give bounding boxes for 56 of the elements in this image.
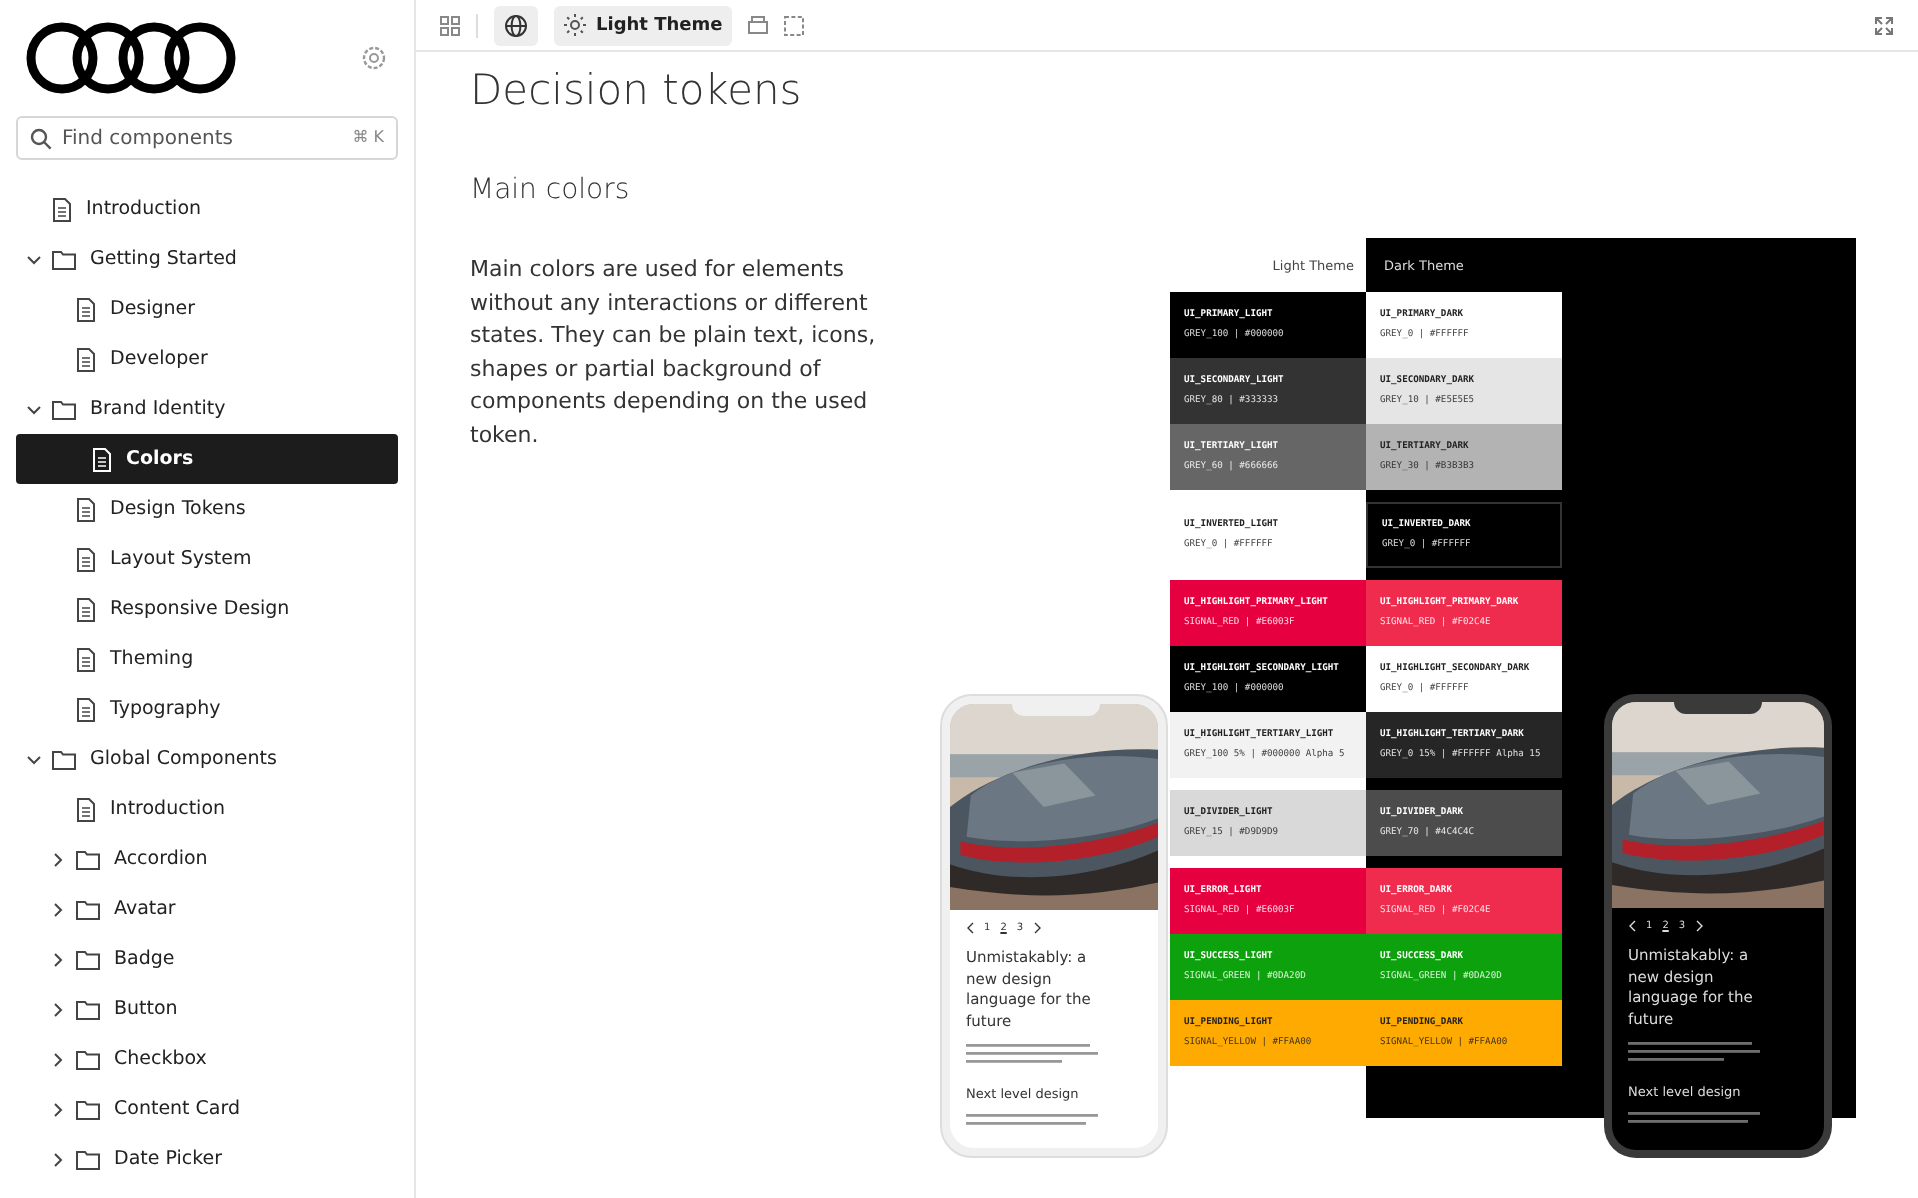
nav-item[interactable]: Typography (0, 684, 398, 734)
nav-item[interactable]: Accordion (0, 834, 398, 884)
globe-icon (504, 13, 528, 37)
nav-item[interactable]: Design Tokens (0, 484, 398, 534)
expand-icon[interactable] (1874, 15, 1894, 35)
nav-item[interactable]: Checkbox (0, 1034, 398, 1084)
globe-button[interactable] (494, 5, 538, 45)
nav-item[interactable]: Content Card (0, 1084, 398, 1134)
document-icon (76, 347, 96, 371)
folder-icon (52, 399, 76, 419)
layout-icon[interactable] (748, 16, 769, 34)
nav-item[interactable]: Brand Identity (0, 384, 398, 434)
page-title: Decision tokens (470, 66, 804, 114)
document-icon (92, 447, 112, 471)
chevron-left-icon[interactable] (966, 922, 974, 934)
nav-item[interactable]: Introduction (0, 184, 398, 234)
folder-icon (76, 1099, 100, 1119)
document-icon (76, 297, 96, 321)
folder-icon (52, 749, 76, 769)
shortcut-hint: ⌘ K (352, 128, 384, 146)
nav-item[interactable]: Colors (16, 434, 398, 484)
folder-icon (76, 1149, 100, 1169)
frame-icon[interactable] (784, 15, 805, 35)
settings-icon[interactable] (362, 46, 386, 70)
nav-item[interactable]: Designer (0, 284, 398, 334)
chevron-right-icon[interactable] (1033, 922, 1042, 934)
grid-icon[interactable] (440, 15, 460, 35)
description-text: Main colors are used for elements without any interactions or different states. They can be plain text, icons, shapes or partial background of components depending on the used token. (470, 254, 878, 451)
search-icon (30, 128, 52, 150)
nav-item[interactable]: Layout System (0, 534, 398, 584)
nav-item[interactable]: Badge (0, 934, 398, 984)
nav-item[interactable]: Avatar (0, 884, 398, 934)
folder-icon (76, 949, 100, 969)
document-icon (76, 647, 96, 671)
nav-item[interactable]: Responsive Design (0, 584, 398, 634)
nav-item[interactable]: Getting Started (0, 234, 398, 284)
document-icon (52, 197, 72, 221)
theme-button[interactable]: Light Theme (554, 5, 733, 45)
sun-icon (564, 14, 586, 36)
document-icon (76, 597, 96, 621)
nav-item[interactable]: Theming (0, 634, 398, 684)
document-icon (76, 497, 96, 521)
nav-item[interactable]: Introduction (0, 784, 398, 834)
folder-icon (76, 899, 100, 919)
document-icon (76, 697, 96, 721)
section-title: Main colors (470, 174, 632, 206)
folder-icon (76, 1049, 100, 1069)
nav-item[interactable]: Date Picker (0, 1134, 398, 1184)
document-icon (76, 797, 96, 821)
nav-item[interactable]: Global Components (0, 734, 398, 784)
folder-icon (76, 849, 100, 869)
folder-icon (76, 999, 100, 1019)
folder-icon (52, 249, 76, 269)
document-icon (76, 547, 96, 571)
nav-item[interactable]: Developer (0, 334, 398, 384)
nav-item[interactable]: Button (0, 984, 398, 1034)
